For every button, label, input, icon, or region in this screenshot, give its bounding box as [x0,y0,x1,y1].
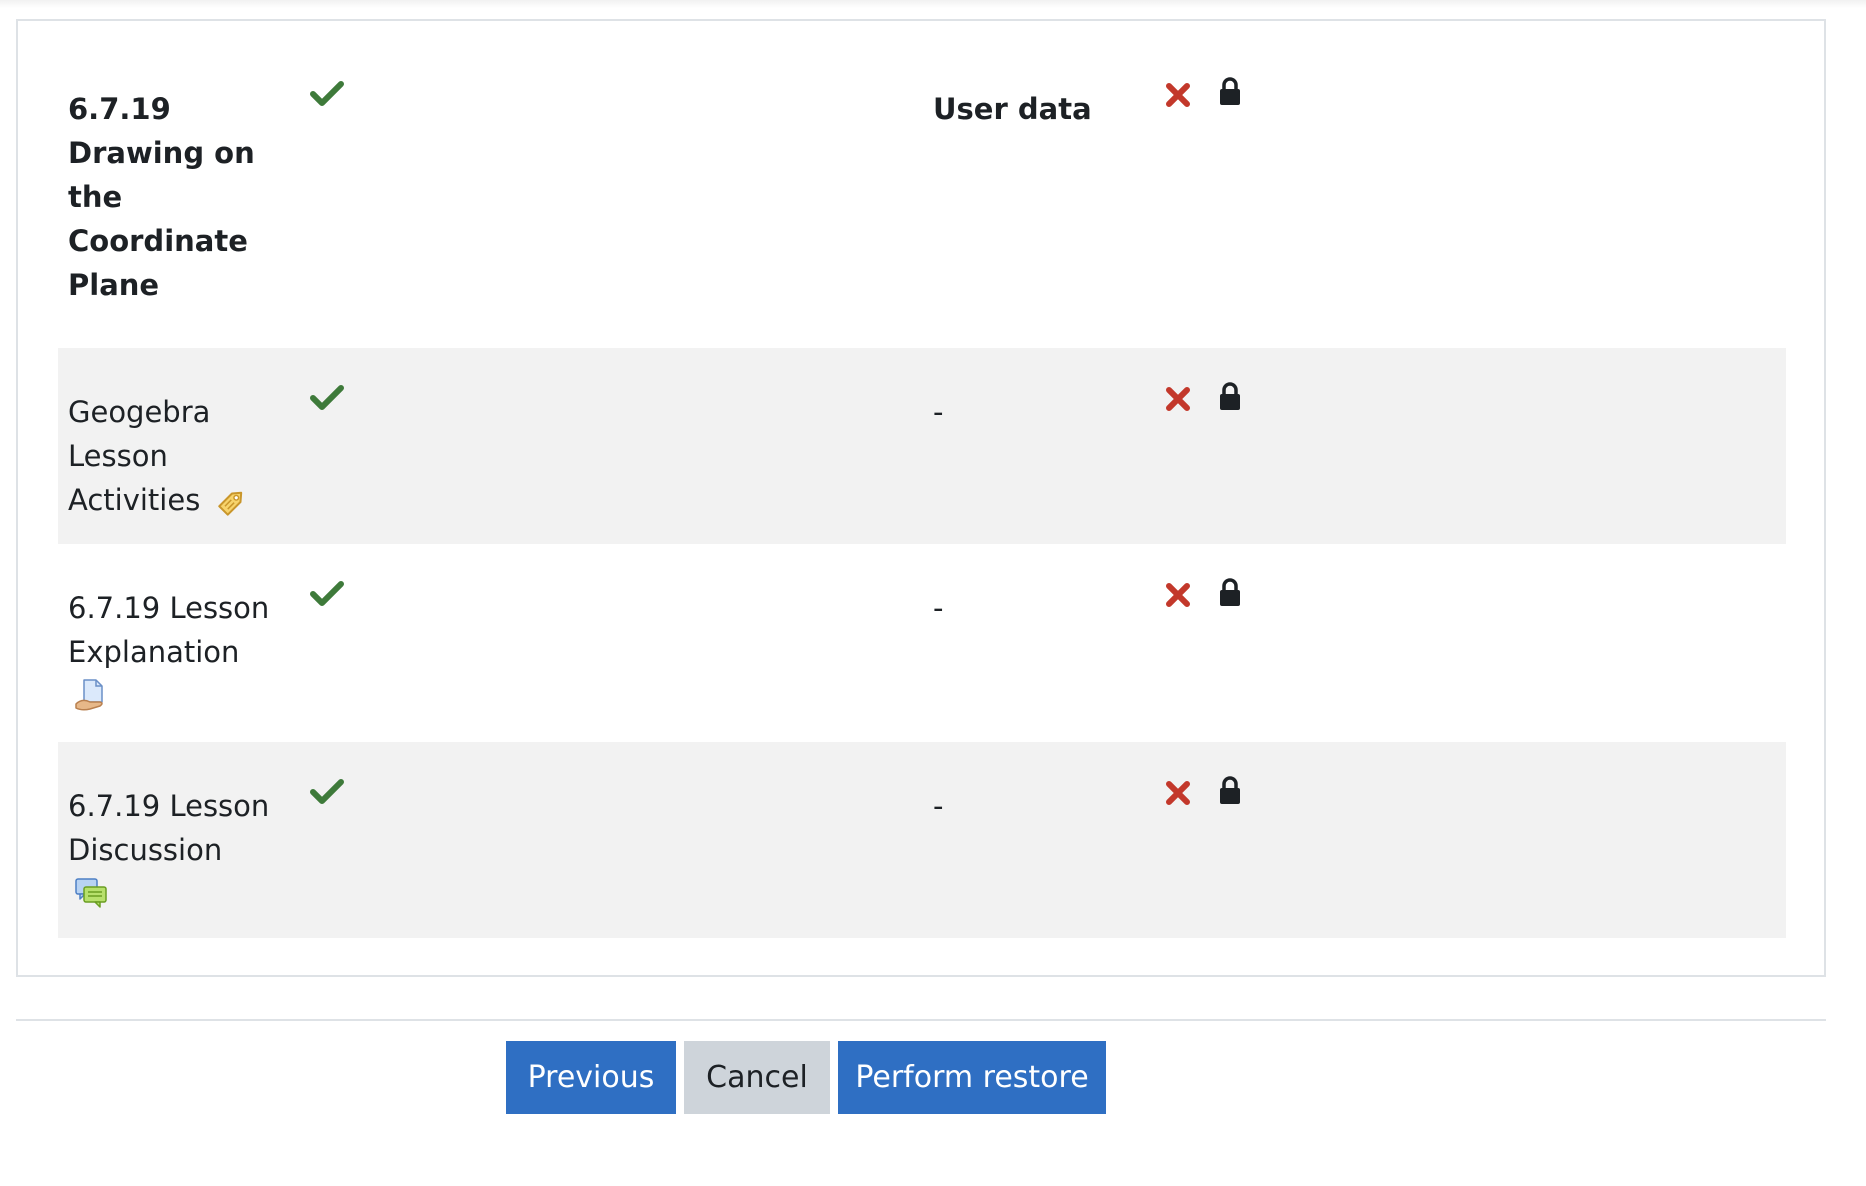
activity-name-text: 6.7.19 Lesson Explanation [68,591,270,669]
footer-divider [16,1019,1826,1021]
table-row: Geogebra Lesson Activities - [58,348,1786,544]
check-icon [310,581,344,606]
lock-icon [1220,776,1240,804]
cross-icon [1166,387,1190,411]
top-shadow [0,0,1866,8]
forum-icon [75,878,107,908]
previous-button[interactable]: Previous [506,1041,676,1114]
setting-value: - [933,591,944,625]
setting-label: User data [933,92,1092,126]
check-icon [310,385,344,410]
table-row-section: 6.7.19 Drawing on the Coordinate Plane U… [58,21,1786,348]
cross-icon [1166,83,1190,107]
lock-icon [1220,77,1240,105]
cross-icon [1166,781,1190,805]
activity-name-text: Geogebra Lesson Activities [68,395,211,517]
label-tag-icon [217,491,242,516]
lock-icon [1220,578,1240,606]
lock-icon [1220,382,1240,410]
setting-value: - [933,395,944,429]
page-resource-icon [75,679,103,711]
activity-name: 6.7.19 Lesson Discussion [68,784,278,910]
activity-name: 6.7.19 Lesson Explanation [68,586,278,712]
cancel-button[interactable]: Cancel [684,1041,830,1114]
cross-icon [1166,583,1190,607]
restore-settings-table: 6.7.19 Drawing on the Coordinate Plane U… [16,19,1826,977]
table-row: 6.7.19 Lesson Explanation - [58,544,1786,742]
setting-value: - [933,789,944,823]
perform-restore-button[interactable]: Perform restore [838,1041,1106,1114]
check-icon [310,81,344,106]
table-row: 6.7.19 Lesson Discussion - [58,742,1786,938]
activity-name: Geogebra Lesson Activities [68,390,278,522]
section-name: 6.7.19 Drawing on the Coordinate Plane [68,92,255,302]
check-icon [310,779,344,804]
activity-name-text: 6.7.19 Lesson Discussion [68,789,270,867]
